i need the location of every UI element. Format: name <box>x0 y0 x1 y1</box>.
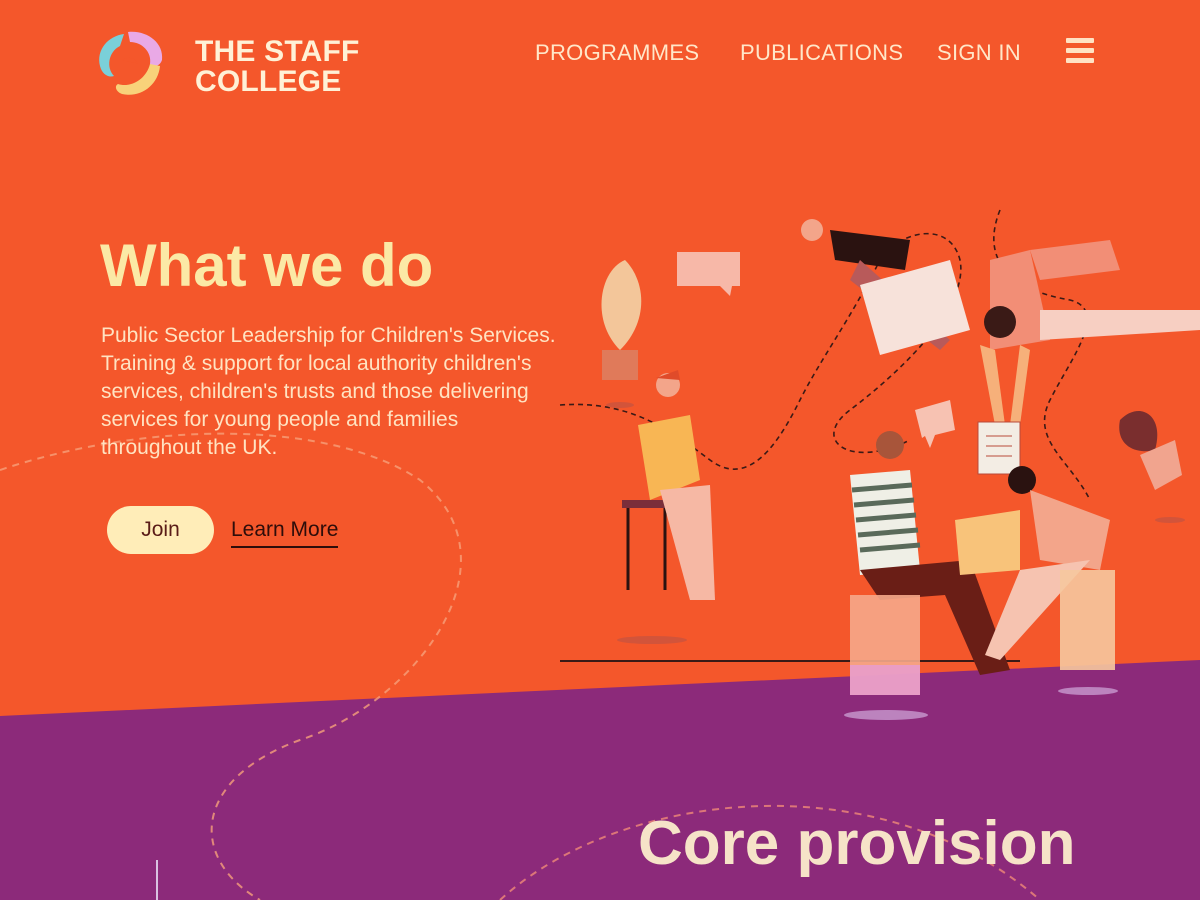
hamburger-menu-icon[interactable] <box>1066 38 1094 64</box>
site-header: THE STAFF COLLEGE PROGRAMMES PUBLICATION… <box>0 0 1200 110</box>
join-button[interactable]: Join <box>107 506 214 554</box>
hero-illustration <box>559 209 1200 720</box>
nav-sign-in[interactable]: SIGN IN <box>937 38 1021 68</box>
menu-bar <box>1066 58 1094 63</box>
main-navigation: PROGRAMMES PUBLICATIONS SIGN IN <box>0 38 1200 70</box>
scroll-indicator-line <box>156 860 158 900</box>
brand-line-2: COLLEGE <box>195 65 342 98</box>
nav-programmes[interactable]: PROGRAMMES <box>535 38 699 68</box>
menu-bar <box>1066 48 1094 53</box>
nav-publications[interactable]: PUBLICATIONS <box>740 38 903 68</box>
menu-bar <box>1066 38 1094 43</box>
core-provision-heading: Core provision <box>638 809 1076 878</box>
hero-description: Public Sector Leadership for Children's … <box>101 324 556 459</box>
learn-more-link[interactable]: Learn More <box>231 516 339 548</box>
hero-title: What we do <box>100 232 434 299</box>
